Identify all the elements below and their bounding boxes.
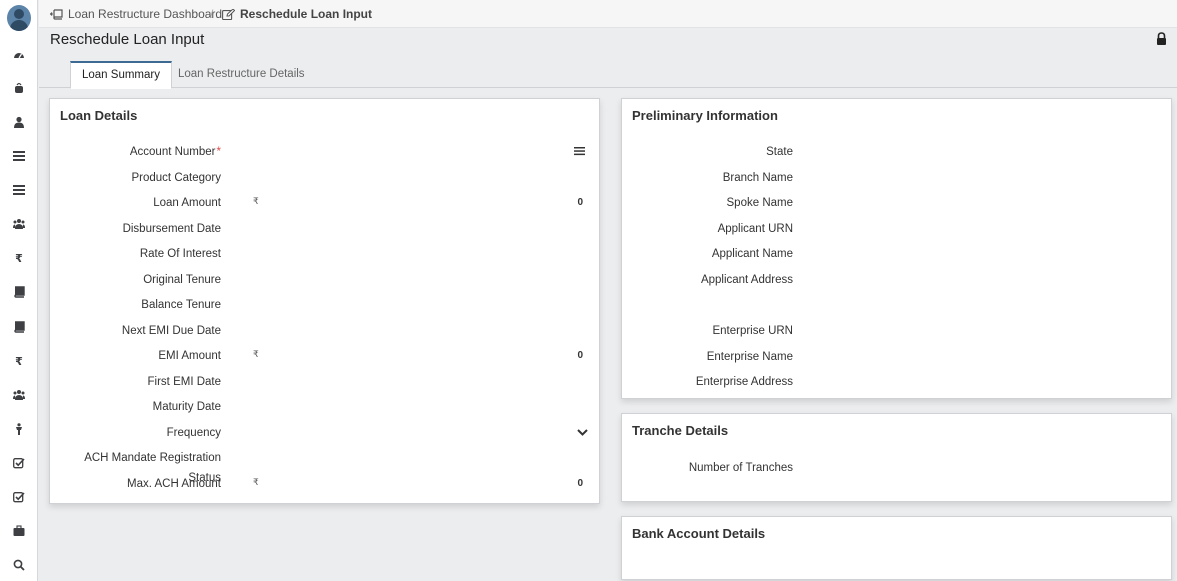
applicant-name-row: Applicant Name: [622, 244, 1171, 264]
product-category-label: Product Category: [131, 172, 222, 184]
enterprise-address-row: Enterprise Address: [622, 372, 1171, 392]
tab-bar: Loan Summary Loan Restructure Details: [39, 60, 1177, 89]
loan-amount-row: Loan Amount ₹ 0: [50, 193, 599, 213]
enterprise-name-label: Enterprise Name: [706, 351, 793, 363]
max-ach-amount-label: Max. ACH Amount: [127, 478, 221, 490]
lock-icon[interactable]: [1156, 32, 1167, 46]
book-icon[interactable]: [9, 284, 29, 300]
breadcrumb-parent[interactable]: Loan Restructure Dashboard: [50, 7, 222, 21]
enterprise-urn-row: Enterprise URN: [622, 321, 1171, 341]
rupee-icon: ₹: [253, 349, 259, 359]
list-alt-icon[interactable]: [9, 182, 29, 198]
rate-of-interest-row: Rate Of Interest: [50, 244, 599, 264]
breadcrumb-parent-label[interactable]: Loan Restructure Dashboard: [68, 7, 222, 21]
page-title: Reschedule Loan Input: [50, 31, 205, 48]
briefcase-icon[interactable]: [9, 523, 29, 539]
preliminary-info-panel: Preliminary Information State Branch Nam…: [621, 98, 1172, 399]
account-number-label: Account Number*: [129, 146, 221, 158]
enterprise-urn-label: Enterprise URN: [712, 325, 793, 337]
enterprise-name-row: Enterprise Name: [622, 347, 1171, 367]
balance-tenure-row: Balance Tenure: [50, 295, 599, 315]
breadcrumb-current-label: Reschedule Loan Input: [240, 7, 373, 21]
users-icon[interactable]: [9, 216, 29, 232]
spoke-name-label: Spoke Name: [726, 197, 793, 209]
applicant-address-row: Applicant Address: [622, 270, 1171, 290]
rupee-icon: ₹: [253, 477, 259, 487]
rupee-icon[interactable]: ₹: [9, 250, 29, 266]
rupee-icon: ₹: [253, 196, 259, 206]
maturity-date-label: Maturity Date: [152, 401, 221, 413]
number-of-tranches-row: Number of Tranches: [622, 458, 1171, 478]
frequency-row[interactable]: Frequency: [50, 423, 599, 443]
state-label: State: [766, 146, 793, 158]
list-icon[interactable]: [9, 148, 29, 164]
branch-name-row: Branch Name: [622, 168, 1171, 188]
state-row: State: [622, 142, 1171, 162]
branch-name-label: Branch Name: [722, 172, 793, 184]
enterprise-address-label: Enterprise Address: [695, 376, 793, 388]
edit-icon: [222, 8, 235, 20]
tranche-details-title: Tranche Details: [632, 423, 729, 438]
loan-amount-label: Loan Amount: [153, 197, 221, 209]
applicant-name-label: Applicant Name: [711, 248, 793, 260]
breadcrumb-separator: /: [210, 7, 214, 21]
product-category-row: Product Category: [50, 168, 599, 188]
next-emi-due-date-row: Next EMI Due Date: [50, 321, 599, 341]
ach-status-row: ACH Mandate Registration Status: [50, 448, 599, 484]
back-book-icon: [50, 8, 63, 20]
next-emi-due-date-label: Next EMI Due Date: [121, 325, 221, 337]
applicant-address-label: Applicant Address: [700, 274, 793, 286]
first-emi-date-row: First EMI Date: [50, 372, 599, 392]
checkbox-icon[interactable]: [9, 455, 29, 471]
tranche-details-panel: Tranche Details Number of Tranches: [621, 413, 1172, 502]
balance-tenure-label: Balance Tenure: [141, 299, 221, 311]
account-number-row[interactable]: Account Number*: [50, 142, 599, 162]
book-alt-icon[interactable]: [9, 319, 29, 335]
applicant-urn-row: Applicant URN: [622, 219, 1171, 239]
first-emi-date-label: First EMI Date: [147, 376, 221, 388]
search-icon[interactable]: [9, 557, 29, 573]
bank-account-details-title: Bank Account Details: [632, 526, 766, 541]
breadcrumb: Loan Restructure Dashboard / Reschedule …: [39, 0, 1177, 28]
original-tenure-row: Original Tenure: [50, 270, 599, 290]
chevron-down-icon[interactable]: [577, 428, 588, 437]
maturity-date-row: Maturity Date: [50, 397, 599, 417]
max-ach-amount-row: Max. ACH Amount ₹ 0: [50, 474, 599, 494]
original-tenure-label: Original Tenure: [143, 274, 221, 286]
number-of-tranches-label: Number of Tranches: [688, 462, 793, 474]
max-ach-amount-value: 0: [577, 478, 583, 489]
lookup-menu-icon[interactable]: [574, 146, 585, 156]
dashboard-icon[interactable]: [9, 47, 29, 63]
preliminary-info-title: Preliminary Information: [632, 108, 778, 123]
bank-account-details-panel: Bank Account Details: [621, 516, 1172, 580]
disbursement-date-label: Disbursement Date: [122, 223, 221, 235]
rate-of-interest-label: Rate Of Interest: [139, 248, 221, 260]
user-icon[interactable]: [9, 114, 29, 130]
spoke-name-row: Spoke Name: [622, 193, 1171, 213]
emi-amount-value: 0: [577, 350, 583, 361]
loan-details-title: Loan Details: [60, 108, 138, 123]
tab-loan-restructure-details[interactable]: Loan Restructure Details: [167, 61, 316, 88]
checkbox-alt-icon[interactable]: [9, 489, 29, 505]
breadcrumb-current: Reschedule Loan Input: [222, 7, 372, 21]
sidebar: ₹ ₹: [0, 0, 38, 581]
users-alt-icon[interactable]: [9, 387, 29, 403]
emi-amount-label: EMI Amount: [158, 350, 221, 362]
rupee-alt-icon[interactable]: ₹: [9, 353, 29, 369]
bag-icon[interactable]: [9, 80, 29, 96]
loan-amount-value: 0: [577, 197, 583, 208]
disbursement-date-row: Disbursement Date: [50, 219, 599, 239]
person-icon[interactable]: [9, 421, 29, 437]
emi-amount-row: EMI Amount ₹ 0: [50, 346, 599, 366]
avatar[interactable]: [7, 5, 31, 31]
frequency-label: Frequency: [166, 427, 221, 439]
tab-loan-summary[interactable]: Loan Summary: [70, 61, 172, 89]
loan-details-panel: Loan Details Account Number* Product Cat…: [49, 98, 600, 504]
required-marker: *: [216, 146, 221, 158]
applicant-urn-label: Applicant URN: [717, 223, 793, 235]
